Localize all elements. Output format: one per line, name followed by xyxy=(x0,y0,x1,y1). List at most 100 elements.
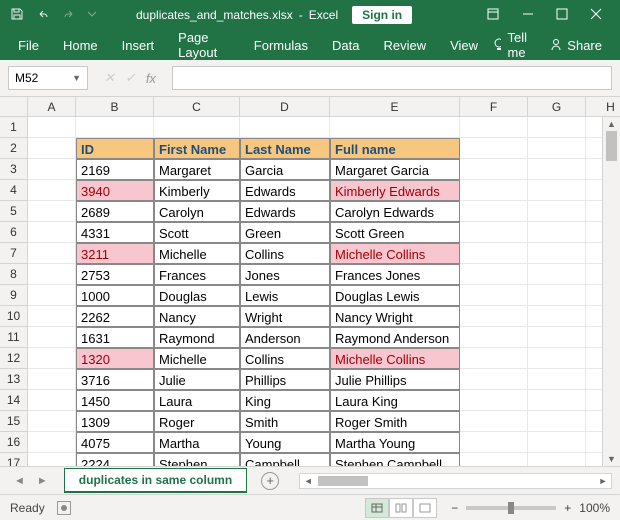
cell-id[interactable]: 4075 xyxy=(76,432,154,453)
cell[interactable] xyxy=(460,243,528,264)
undo-icon[interactable] xyxy=(36,7,50,24)
cell[interactable] xyxy=(76,117,154,138)
cell-last[interactable]: Campbell xyxy=(240,453,330,466)
cell-last[interactable]: Edwards xyxy=(240,180,330,201)
cell-full[interactable]: Michelle Collins xyxy=(330,348,460,369)
cell-first[interactable]: Kimberly xyxy=(154,180,240,201)
row-header[interactable]: 4 xyxy=(0,180,28,201)
new-sheet-button[interactable]: + xyxy=(261,472,279,490)
row-header[interactable]: 2 xyxy=(0,138,28,159)
cell[interactable] xyxy=(528,348,586,369)
cell-last[interactable]: Young xyxy=(240,432,330,453)
row-header[interactable]: 8 xyxy=(0,264,28,285)
cell-first[interactable]: Laura xyxy=(154,390,240,411)
cell-full[interactable]: Carolyn Edwards xyxy=(330,201,460,222)
close-icon[interactable] xyxy=(590,8,602,23)
cell-last[interactable]: Collins xyxy=(240,348,330,369)
cell[interactable] xyxy=(460,117,528,138)
view-page-break[interactable] xyxy=(413,498,437,518)
cell[interactable] xyxy=(528,264,586,285)
cell[interactable] xyxy=(528,243,586,264)
cell-last[interactable]: Jones xyxy=(240,264,330,285)
cell[interactable] xyxy=(460,138,528,159)
cell[interactable] xyxy=(460,348,528,369)
cell-first[interactable]: Nancy xyxy=(154,306,240,327)
row-header[interactable]: 7 xyxy=(0,243,28,264)
enter-icon[interactable]: ✓ xyxy=(125,70,136,86)
macro-record-icon[interactable] xyxy=(57,501,71,515)
cell[interactable] xyxy=(154,117,240,138)
cell[interactable] xyxy=(28,369,76,390)
cell-id[interactable]: 2224 xyxy=(76,453,154,466)
cell-full[interactable]: Douglas Lewis xyxy=(330,285,460,306)
redo-icon[interactable] xyxy=(62,7,76,24)
cell-first[interactable]: Martha xyxy=(154,432,240,453)
col-header[interactable]: E xyxy=(330,97,460,117)
tab-data[interactable]: Data xyxy=(322,32,369,59)
spreadsheet-grid[interactable]: ABCDEFGH12IDFirst NameLast NameFull name… xyxy=(0,97,620,466)
cell[interactable] xyxy=(460,285,528,306)
cell[interactable] xyxy=(528,432,586,453)
row-header[interactable]: 10 xyxy=(0,306,28,327)
cell-full[interactable]: Stephen Campbell xyxy=(330,453,460,466)
sheet-nav-next[interactable]: ► xyxy=(31,475,54,487)
cell[interactable] xyxy=(28,390,76,411)
cell[interactable] xyxy=(330,117,460,138)
row-header[interactable]: 15 xyxy=(0,411,28,432)
col-header[interactable]: H xyxy=(586,97,620,117)
cell-first[interactable]: Stephen xyxy=(154,453,240,466)
cell[interactable] xyxy=(28,327,76,348)
table-header[interactable]: Last Name xyxy=(240,138,330,159)
cell-id[interactable]: 2169 xyxy=(76,159,154,180)
row-header[interactable]: 1 xyxy=(0,117,28,138)
cell-id[interactable]: 1000 xyxy=(76,285,154,306)
col-header[interactable]: B xyxy=(76,97,154,117)
row-header[interactable]: 12 xyxy=(0,348,28,369)
cell[interactable] xyxy=(28,264,76,285)
zoom-level[interactable]: 100% xyxy=(579,501,610,515)
col-header[interactable]: F xyxy=(460,97,528,117)
cell-full[interactable]: Scott Green xyxy=(330,222,460,243)
cell[interactable] xyxy=(528,306,586,327)
cell-full[interactable]: Raymond Anderson xyxy=(330,327,460,348)
minimize-icon[interactable] xyxy=(522,8,534,23)
hscroll-thumb[interactable] xyxy=(318,476,368,486)
cell[interactable] xyxy=(528,201,586,222)
cell[interactable] xyxy=(28,348,76,369)
tell-me[interactable]: Tell me xyxy=(492,30,535,60)
cell-id[interactable]: 1320 xyxy=(76,348,154,369)
row-header[interactable]: 14 xyxy=(0,390,28,411)
cell[interactable] xyxy=(28,411,76,432)
cell[interactable] xyxy=(28,180,76,201)
cell-first[interactable]: Raymond xyxy=(154,327,240,348)
sheet-nav-prev[interactable]: ◄ xyxy=(8,475,31,487)
row-header[interactable]: 11 xyxy=(0,327,28,348)
cell[interactable] xyxy=(28,285,76,306)
cell-last[interactable]: Wright xyxy=(240,306,330,327)
scroll-up-icon[interactable]: ▲ xyxy=(603,117,620,131)
cell-full[interactable]: Michelle Collins xyxy=(330,243,460,264)
cell-id[interactable]: 3940 xyxy=(76,180,154,201)
maximize-icon[interactable] xyxy=(556,8,568,23)
zoom-slider[interactable] xyxy=(466,506,556,510)
row-header[interactable]: 9 xyxy=(0,285,28,306)
cell-id[interactable]: 2262 xyxy=(76,306,154,327)
tab-formulas[interactable]: Formulas xyxy=(244,32,318,59)
formula-input[interactable] xyxy=(172,66,612,90)
fx-icon[interactable]: fx xyxy=(146,71,156,86)
cell-first[interactable]: Scott xyxy=(154,222,240,243)
zoom-in-button[interactable]: + xyxy=(564,501,571,515)
cell-full[interactable]: Frances Jones xyxy=(330,264,460,285)
row-header[interactable]: 17 xyxy=(0,453,28,466)
cell[interactable] xyxy=(28,117,76,138)
cell-last[interactable]: Lewis xyxy=(240,285,330,306)
cell-full[interactable]: Kimberly Edwards xyxy=(330,180,460,201)
cell[interactable] xyxy=(460,159,528,180)
cell-id[interactable]: 3211 xyxy=(76,243,154,264)
cell-id[interactable]: 1631 xyxy=(76,327,154,348)
select-all[interactable] xyxy=(0,97,28,117)
cell[interactable] xyxy=(28,138,76,159)
cell[interactable] xyxy=(460,222,528,243)
cell-id[interactable]: 2689 xyxy=(76,201,154,222)
cell-first[interactable]: Douglas xyxy=(154,285,240,306)
